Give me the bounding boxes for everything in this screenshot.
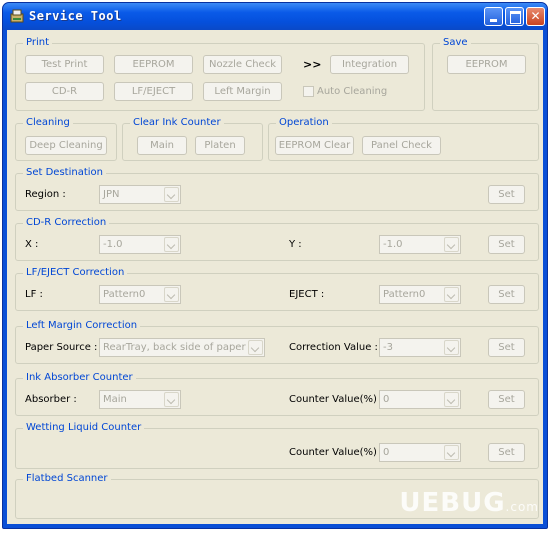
chevron-down-icon (444, 237, 459, 252)
paper-source-value: RearTray, back side of paper (103, 342, 246, 353)
lf-value: Pattern0 (103, 289, 146, 300)
eject-label: EJECT : (289, 289, 325, 300)
set-destination-group: Set Destination Region : JPN Set (15, 167, 539, 211)
print-legend: Print (23, 37, 53, 49)
chevron-down-icon (444, 392, 459, 407)
clear-main-button[interactable]: Main (137, 136, 187, 155)
correction-value-select[interactable]: -3 (379, 338, 461, 357)
left-margin-set-button[interactable]: Set (488, 338, 525, 357)
site-watermark: UEBUG.com (399, 488, 539, 518)
absorber-select[interactable]: Main (99, 390, 181, 409)
app-icon (10, 9, 24, 23)
title-bar[interactable]: Service Tool ✕ (3, 3, 547, 30)
clear-ink-counter-legend: Clear Ink Counter (130, 117, 224, 129)
test-print-button[interactable]: Test Print (25, 55, 104, 74)
correction-value-label: Correction Value : (289, 342, 378, 353)
watermark-main: UEBUG (399, 488, 506, 518)
clear-ink-counter-group: Clear Ink Counter Main Platen (122, 117, 263, 161)
lf-eject-correction-legend: LF/EJECT Correction (23, 267, 128, 279)
left-margin-button[interactable]: Left Margin (203, 82, 282, 101)
left-margin-correction-group: Left Margin Correction Paper Source : Re… (15, 320, 539, 364)
cd-r-correction-legend: CD-R Correction (23, 217, 110, 229)
chevron-down-icon (444, 340, 459, 355)
y-label: Y : (289, 239, 302, 250)
watermark-tld: .com (505, 500, 539, 514)
chevron-down-icon (164, 392, 179, 407)
wetting-counter-label: Counter Value(%) : (289, 447, 384, 458)
cleaning-legend: Cleaning (23, 117, 73, 129)
absorber-counter-value: 0 (383, 394, 390, 405)
correction-value: -3 (383, 342, 393, 353)
integration-button[interactable]: Integration (330, 55, 409, 74)
eeprom-clear-button[interactable]: EEPROM Clear (275, 136, 354, 155)
set-destination-legend: Set Destination (23, 167, 106, 179)
ink-absorber-counter-legend: Ink Absorber Counter (23, 372, 136, 384)
cd-r-button[interactable]: CD-R (25, 82, 104, 101)
chevron-down-icon (164, 287, 179, 302)
x-select[interactable]: -1.0 (99, 235, 181, 254)
operation-legend: Operation (276, 117, 332, 129)
absorber-set-button[interactable]: Set (488, 390, 525, 409)
wetting-liquid-counter-group: Wetting Liquid Counter Counter Value(%) … (15, 422, 539, 469)
absorber-counter-select[interactable]: 0 (379, 390, 461, 409)
print-group: Print Test Print EEPROM Nozzle Check >> … (15, 37, 425, 111)
maximize-button[interactable] (505, 7, 524, 26)
client-area: Print Test Print EEPROM Nozzle Check >> … (7, 30, 543, 524)
save-legend: Save (440, 37, 471, 49)
auto-cleaning-checkbox[interactable] (303, 86, 314, 97)
left-margin-correction-legend: Left Margin Correction (23, 320, 141, 332)
print-eeprom-button[interactable]: EEPROM (114, 55, 193, 74)
paper-source-select[interactable]: RearTray, back side of paper (99, 338, 265, 357)
lf-eject-correction-group: LF/EJECT Correction LF : Pattern0 EJECT … (15, 267, 539, 311)
chevron-down-icon (164, 237, 179, 252)
region-label: Region : (25, 189, 66, 200)
service-tool-window: Service Tool ✕ Print Test Print EEPROM N… (2, 2, 548, 529)
clear-platen-button[interactable]: Platen (195, 136, 245, 155)
wetting-counter-select[interactable]: 0 (379, 443, 461, 462)
minimize-button[interactable] (484, 7, 503, 26)
integration-arrows: >> (303, 58, 322, 71)
y-value: -1.0 (383, 239, 403, 250)
cleaning-group: Cleaning Deep Cleaning (15, 117, 117, 161)
auto-cleaning-label: Auto Cleaning (317, 86, 388, 97)
chevron-down-icon (444, 445, 459, 460)
eject-value: Pattern0 (383, 289, 426, 300)
panel-check-button[interactable]: Panel Check (362, 136, 441, 155)
cd-r-set-button[interactable]: Set (488, 235, 525, 254)
lf-select[interactable]: Pattern0 (99, 285, 181, 304)
save-group: Save EEPROM (432, 37, 539, 111)
save-eeprom-button[interactable]: EEPROM (447, 55, 526, 74)
chevron-down-icon (248, 340, 263, 355)
ink-absorber-counter-group: Ink Absorber Counter Absorber : Main Cou… (15, 372, 539, 416)
wetting-counter-value: 0 (383, 447, 390, 458)
destination-set-button[interactable]: Set (488, 185, 525, 204)
chevron-down-icon (444, 287, 459, 302)
absorber-value: Main (103, 394, 127, 405)
wetting-liquid-counter-legend: Wetting Liquid Counter (23, 422, 145, 434)
x-label: X : (25, 239, 39, 250)
eject-select[interactable]: Pattern0 (379, 285, 461, 304)
region-value: JPN (103, 189, 120, 200)
paper-source-label: Paper Source : (25, 342, 98, 353)
absorber-label: Absorber : (25, 394, 77, 405)
absorber-counter-label: Counter Value(%) : (289, 394, 384, 405)
y-select[interactable]: -1.0 (379, 235, 461, 254)
deep-cleaning-button[interactable]: Deep Cleaning (25, 136, 107, 155)
wetting-set-button[interactable]: Set (488, 443, 525, 462)
lf-label: LF : (25, 289, 43, 300)
close-button[interactable]: ✕ (526, 7, 545, 26)
nozzle-check-button[interactable]: Nozzle Check (203, 55, 282, 74)
region-select[interactable]: JPN (99, 185, 181, 204)
x-value: -1.0 (103, 239, 123, 250)
lf-eject-button[interactable]: LF/EJECT (114, 82, 193, 101)
cd-r-correction-group: CD-R Correction X : -1.0 Y : -1.0 Set (15, 217, 539, 261)
chevron-down-icon (164, 187, 179, 202)
operation-group: Operation EEPROM Clear Panel Check (268, 117, 539, 161)
window-title: Service Tool (29, 9, 122, 23)
lf-eject-set-button[interactable]: Set (488, 285, 525, 304)
flatbed-scanner-legend: Flatbed Scanner (23, 473, 111, 485)
